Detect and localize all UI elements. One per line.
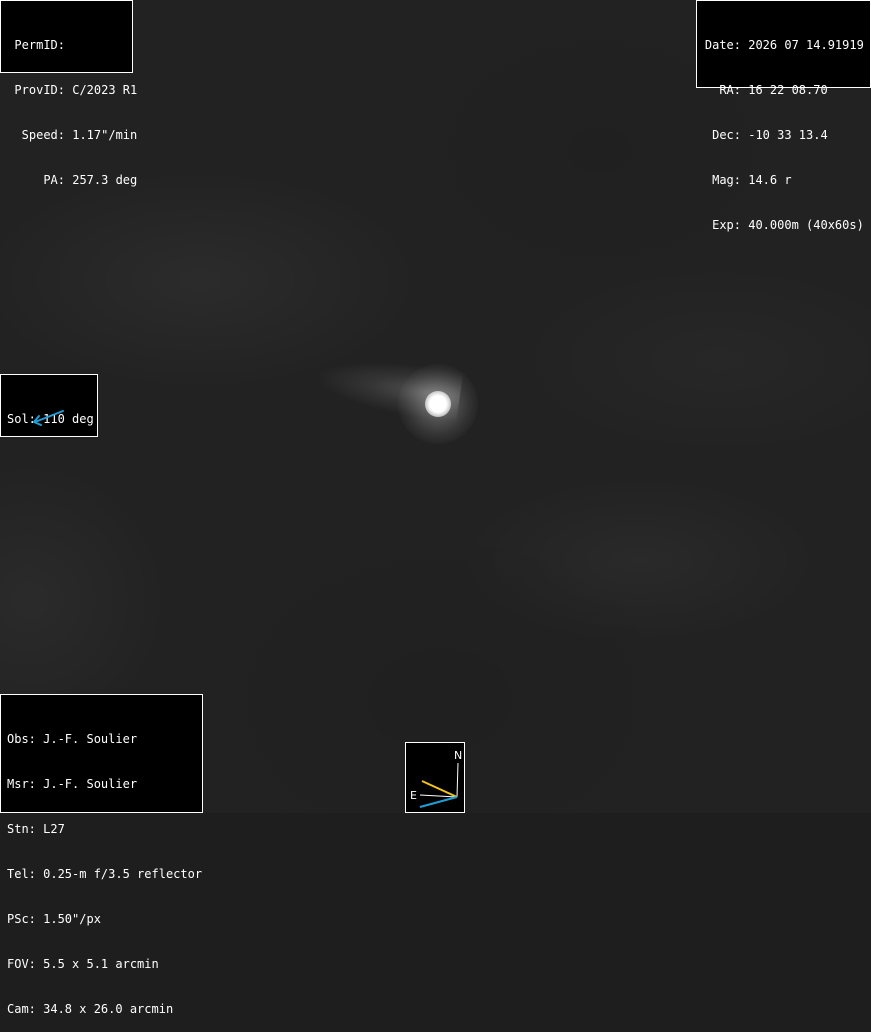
object-info-row-provid: ProvID: C/2023 R1 xyxy=(14,83,138,97)
observation-row-ra: RA: 16 22 08.70 xyxy=(719,83,828,97)
compass-axes-icon xyxy=(419,762,459,808)
object-info-row-speed: Speed: 1.17"/min xyxy=(21,128,138,142)
orientation-compass-panel: N E xyxy=(405,742,465,813)
observation-row-dec: Dec: -10 33 13.4 xyxy=(712,128,828,142)
station-row-station: Stn: L27 xyxy=(7,822,65,836)
station-row-pixel-scale: PSc: 1.50"/px xyxy=(7,912,101,926)
observation-row-date: Date: 2026 07 14.91919 xyxy=(704,38,864,52)
observation-row-exp: Exp: 40.000m (40x60s) xyxy=(712,218,864,232)
solar-elongation-panel: Sol: 110 deg xyxy=(0,374,98,437)
motion-direction-vector xyxy=(421,780,458,798)
station-row-measurer: Msr: J.-F. Soulier xyxy=(7,777,138,791)
station-row-fov: FOV: 5.5 x 5.1 arcmin xyxy=(7,957,159,971)
arrow-down-left-icon xyxy=(33,410,64,426)
comet-nucleus xyxy=(425,391,451,417)
object-info-panel: PermID: ProvID: C/2023 R1 Speed: 1.17"/m… xyxy=(0,0,137,187)
station-row-telescope: Tel: 0.25-m f/3.5 reflector xyxy=(7,867,203,881)
object-info-row-permid: PermID: xyxy=(14,38,65,52)
station-info-panel: Obs: J.-F. Soulier Msr: J.-F. Soulier St… xyxy=(0,694,203,1016)
observation-info-panel: Date: 2026 07 14.91919 RA: 16 22 08.70 D… xyxy=(696,0,871,232)
observation-row-mag: Mag: 14.6 r xyxy=(712,173,792,187)
station-row-camera: Cam: 34.8 x 26.0 arcmin xyxy=(7,1002,174,1016)
object-info-row-pa: PA: 257.3 deg xyxy=(43,173,138,187)
station-row-observer: Obs: J.-F. Soulier xyxy=(7,732,138,746)
sun-direction-vector xyxy=(419,796,458,808)
